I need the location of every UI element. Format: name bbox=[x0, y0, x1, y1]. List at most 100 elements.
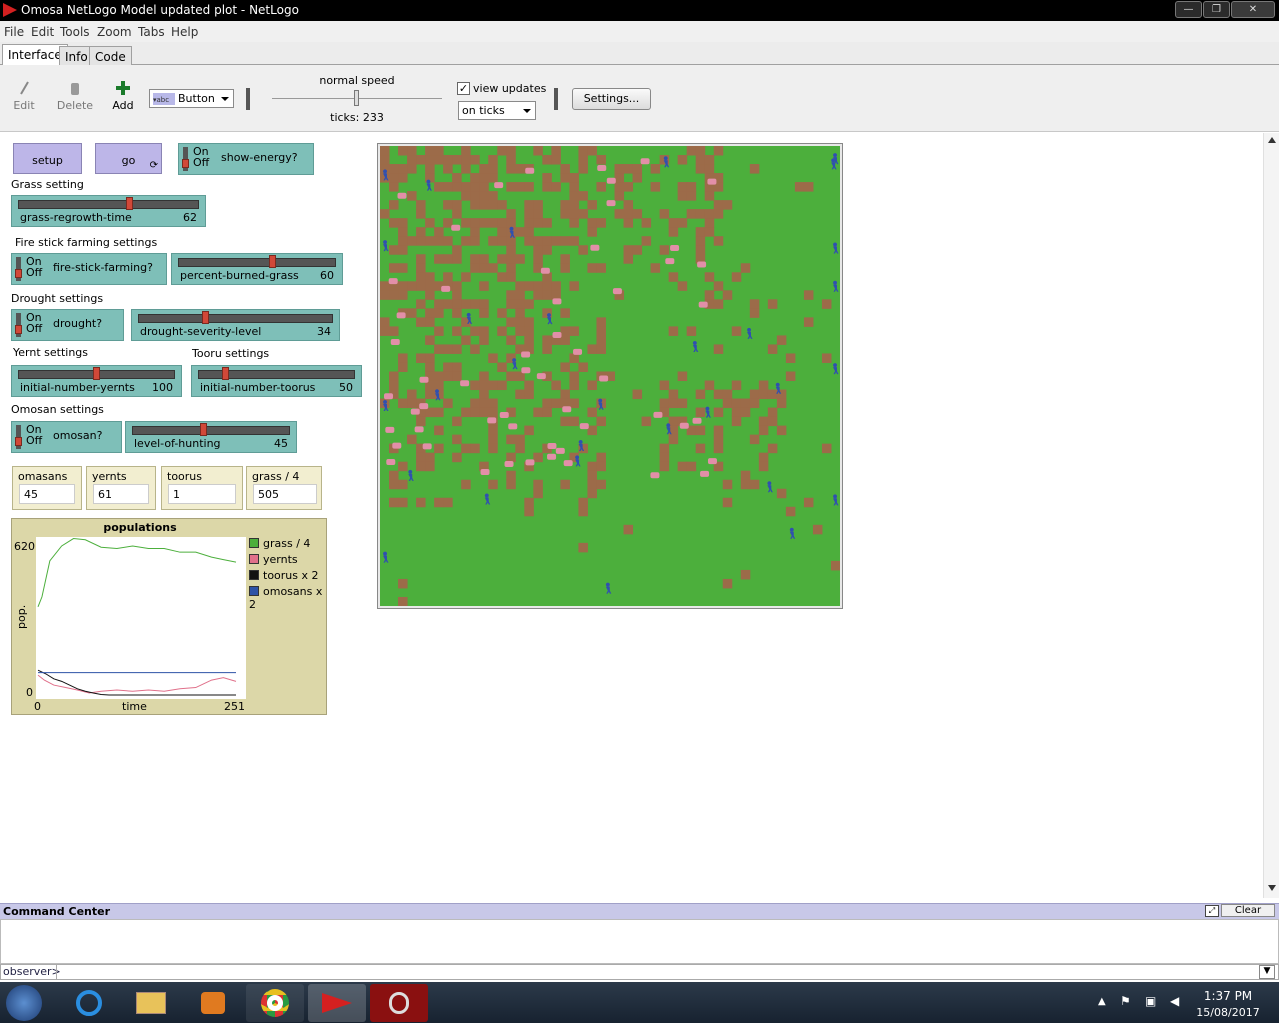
dirt-patch bbox=[497, 272, 507, 282]
slider-knob[interactable] bbox=[268, 255, 276, 268]
action-center-icon[interactable]: ⚑ bbox=[1120, 994, 1131, 1008]
dirt-patch bbox=[650, 182, 661, 192]
add-tool[interactable]: Add bbox=[108, 80, 138, 112]
dirt-patch bbox=[488, 173, 498, 183]
chrome-icon[interactable] bbox=[246, 984, 304, 1022]
yernt-agent bbox=[698, 301, 708, 308]
initial-toorus-slider[interactable]: initial-number-toorus 50 bbox=[191, 365, 362, 397]
dirt-patch bbox=[578, 542, 588, 553]
dirt-patch bbox=[668, 227, 679, 237]
netlogo-taskbar-icon[interactable] bbox=[308, 984, 366, 1022]
monitor-value: 1 bbox=[168, 484, 236, 504]
dirt-patch bbox=[434, 344, 444, 354]
monitor-toorus: toorus 1 bbox=[161, 466, 243, 510]
dirt-patch bbox=[560, 389, 570, 400]
dirt-patch bbox=[767, 299, 778, 309]
delete-tool[interactable]: Delete bbox=[56, 80, 94, 112]
dirt-patch bbox=[713, 299, 724, 309]
tab-code[interactable]: Code bbox=[89, 46, 132, 65]
dirt-patch bbox=[416, 263, 426, 273]
speed-slider-thumb[interactable] bbox=[354, 90, 359, 106]
switch-off-label: Off bbox=[26, 322, 43, 335]
slider-knob[interactable] bbox=[93, 367, 100, 380]
edit-tool[interactable]: Edit bbox=[10, 80, 38, 112]
dirt-patch bbox=[443, 371, 453, 382]
media-player-icon[interactable] bbox=[184, 984, 242, 1022]
menu-tabs[interactable]: Tabs bbox=[138, 25, 165, 39]
dirt-patch bbox=[389, 173, 399, 183]
show-energy-switch[interactable]: On Off show-energy? bbox=[178, 143, 314, 175]
switch-off-label: Off bbox=[26, 266, 43, 279]
restore-button[interactable]: ❐ bbox=[1203, 1, 1230, 18]
dirt-patch bbox=[425, 317, 435, 327]
clock-time[interactable]: 1:37 PM bbox=[1193, 989, 1263, 1003]
update-mode-dropdown[interactable]: on ticks bbox=[458, 101, 536, 120]
snipping-tool-icon[interactable] bbox=[370, 984, 428, 1022]
minimize-button[interactable]: — bbox=[1175, 1, 1202, 18]
dirt-patch bbox=[380, 290, 390, 300]
dirt-patch bbox=[479, 254, 489, 264]
expand-icon[interactable]: ⤢ bbox=[1205, 905, 1219, 917]
menu-help[interactable]: Help bbox=[171, 25, 198, 39]
slider-knob[interactable] bbox=[222, 367, 229, 380]
menu-tools[interactable]: Tools bbox=[60, 25, 90, 39]
dirt-patch bbox=[470, 200, 480, 210]
dirt-patch bbox=[533, 281, 543, 291]
dirt-patch bbox=[470, 380, 480, 391]
go-label: go bbox=[121, 154, 136, 167]
volume-icon[interactable]: ◀ bbox=[1170, 994, 1179, 1008]
explorer-icon[interactable] bbox=[122, 984, 180, 1022]
command-input[interactable] bbox=[56, 965, 1257, 979]
menu-zoom[interactable]: Zoom bbox=[97, 25, 132, 39]
drought-switch[interactable]: On Off drought? bbox=[11, 309, 124, 341]
settings-button[interactable]: Settings... bbox=[572, 88, 651, 110]
dirt-patch bbox=[443, 344, 453, 354]
dirt-patch bbox=[668, 398, 679, 409]
slider-knob[interactable] bbox=[125, 197, 133, 210]
dirt-patch bbox=[677, 461, 688, 472]
show-hidden-icons[interactable]: ▲ bbox=[1098, 996, 1106, 1007]
fire-stick-farming-switch[interactable]: On Off fire-stick-farming? bbox=[11, 253, 167, 285]
close-button[interactable]: ✕ bbox=[1231, 1, 1275, 18]
setup-button[interactable]: setup bbox=[13, 143, 82, 174]
ie-icon[interactable] bbox=[60, 984, 118, 1022]
slider-knob[interactable] bbox=[201, 311, 209, 324]
dirt-patch bbox=[506, 317, 516, 327]
clock-date[interactable]: 15/08/2017 bbox=[1193, 1006, 1263, 1019]
slider-knob[interactable] bbox=[199, 423, 207, 436]
level-of-hunting-slider[interactable]: level-of-hunting 45 bbox=[125, 421, 297, 453]
omosan-switch[interactable]: On Off omosan? bbox=[11, 421, 122, 453]
slider-track bbox=[178, 258, 336, 267]
dirt-patch bbox=[506, 164, 516, 174]
percent-burned-slider[interactable]: percent-burned-grass 60 bbox=[171, 253, 343, 285]
dirt-patch bbox=[542, 290, 552, 300]
menu-file[interactable]: File bbox=[4, 25, 24, 39]
chevron-down-icon[interactable]: ▼ bbox=[1259, 965, 1275, 979]
start-orb-icon[interactable] bbox=[6, 985, 42, 1021]
dirt-patch bbox=[713, 281, 724, 291]
network-icon[interactable]: ▣ bbox=[1145, 994, 1156, 1008]
dirt-patch bbox=[452, 290, 462, 300]
menu-edit[interactable]: Edit bbox=[31, 25, 54, 39]
go-button[interactable]: go ⟳ bbox=[95, 143, 162, 174]
view-updates-checkbox[interactable]: ✓ bbox=[457, 82, 470, 95]
clear-button[interactable]: Clear bbox=[1221, 904, 1275, 917]
world-view[interactable] bbox=[377, 143, 843, 609]
drought-severity-slider[interactable]: drought-severity-level 34 bbox=[131, 309, 340, 341]
dirt-patch bbox=[704, 380, 715, 391]
tab-interface[interactable]: Interface bbox=[2, 44, 68, 66]
dirt-patch bbox=[677, 218, 688, 228]
dirt-patch bbox=[551, 155, 561, 165]
vertical-scrollbar[interactable] bbox=[1263, 133, 1279, 898]
widget-type-dropdown[interactable]: ▾abc Button bbox=[149, 89, 234, 108]
grass-regrowth-slider[interactable]: grass-regrowth-time 62 bbox=[11, 195, 206, 227]
dirt-patch bbox=[389, 479, 399, 490]
dirt-patch bbox=[506, 371, 516, 382]
observer-prompt[interactable]: observer> bbox=[3, 965, 61, 978]
initial-yernts-slider[interactable]: initial-number-yernts 100 bbox=[11, 365, 182, 397]
dirt-patch bbox=[812, 524, 823, 535]
dirt-patch bbox=[398, 263, 408, 273]
slider-value: 34 bbox=[317, 325, 331, 338]
command-center-header: Command Center ⤢ Clear bbox=[0, 903, 1279, 919]
dirt-patch bbox=[803, 497, 814, 508]
